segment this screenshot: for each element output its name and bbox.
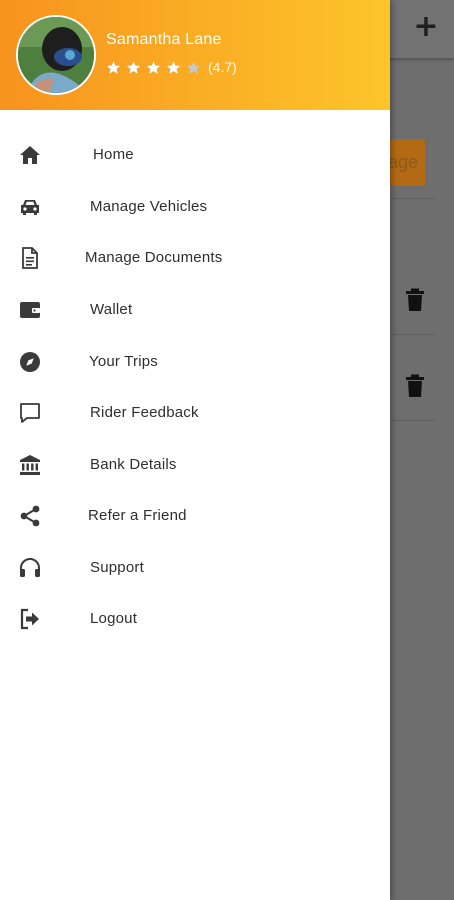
menu-label: Rider Feedback [90,404,199,421]
menu-item-bank-details[interactable]: Bank Details [0,440,390,491]
share-icon [20,505,40,527]
divider [390,198,435,199]
bank-icon [20,455,40,475]
menu-label: Refer a Friend [88,507,187,524]
chat-bubble-icon [20,403,40,423]
menu-item-logout[interactable]: Logout [0,594,390,645]
menu-item-your-trips[interactable]: Your Trips [0,337,390,388]
star-icon [126,60,141,74]
menu-label: Home [93,146,134,163]
menu-label: Logout [90,610,138,627]
menu-label: Support [90,559,144,576]
menu-label: Bank Details [90,456,177,473]
rating: (4.7) [106,58,237,76]
document-icon [22,247,38,269]
car-icon [21,200,39,215]
star-icon [106,60,121,74]
headphones-icon [20,558,40,577]
menu-item-home[interactable]: Home [0,130,390,181]
trash-icon[interactable] [405,288,425,312]
avatar-photo [18,17,94,93]
trash-icon[interactable] [405,374,425,398]
star-icon [166,60,181,74]
drawer-header: Samantha Lane (4.7) [0,0,390,110]
menu-item-wallet[interactable]: Wallet [0,285,390,336]
rating-value: (4.7) [208,59,237,75]
menu-item-manage-documents[interactable]: Manage Documents [0,233,390,284]
compass-icon [20,352,40,372]
menu-item-manage-vehicles[interactable]: Manage Vehicles [0,182,390,233]
divider [390,334,435,335]
logout-icon [20,608,39,630]
menu-item-rider-feedback[interactable]: Rider Feedback [0,388,390,439]
menu-label: Manage Documents [85,249,223,266]
wallet-icon [20,302,40,318]
navigation-drawer: Samantha Lane (4.7) Home Manage Vehicles… [0,0,390,900]
home-icon [20,146,40,164]
avatar[interactable] [16,15,96,95]
divider [390,420,435,421]
star-icon [146,60,161,74]
star-empty-icon [186,60,201,74]
menu-label: Wallet [90,301,133,318]
menu-label: Manage Vehicles [90,198,208,215]
plus-icon[interactable]: + [412,10,440,44]
user-name: Samantha Lane [106,31,222,48]
menu-item-support[interactable]: Support [0,543,390,594]
menu-item-refer-a-friend[interactable]: Refer a Friend [0,491,390,542]
menu-label: Your Trips [89,353,158,370]
